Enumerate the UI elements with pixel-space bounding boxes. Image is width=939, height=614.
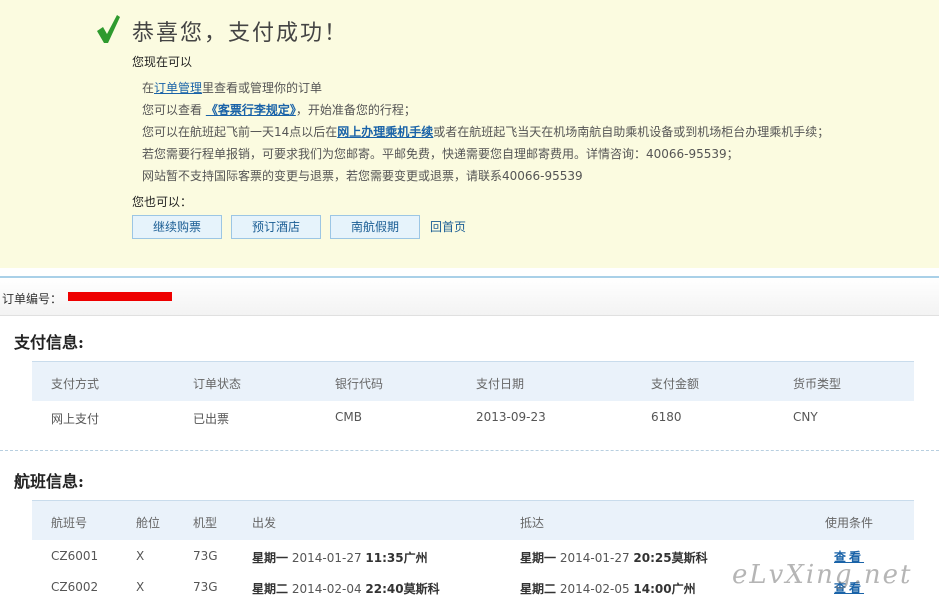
info-text: 在 [142, 81, 155, 95]
info-text: 或者在航班起飞当天在机场南航自助乘机设备或到机场柜台办理乘机手续； [433, 125, 830, 139]
order-number-bar: 订单编号： [0, 276, 939, 316]
flight-arrival: 星期二 2014-02-05 14:00广州 [520, 580, 696, 597]
flight-header-arrival: 抵达 [520, 516, 545, 530]
order-manage-link[interactable]: 订单管理 [154, 81, 202, 95]
flight-header-departure: 出发 [252, 516, 277, 530]
payment-date: 2013-09-23 [476, 410, 546, 424]
payment-header-status: 订单状态 [193, 377, 242, 391]
flight-model: 73G [193, 580, 218, 594]
flight-model: 73G [193, 549, 218, 563]
flight-cabin: X [136, 580, 145, 594]
flight-arrival: 星期一 2014-01-27 20:25莫斯科 [520, 549, 708, 566]
can-do-heading: 您现在可以 [132, 55, 193, 69]
payment-bank: CMB [335, 410, 362, 424]
flight-departure: 星期二 2014-02-04 22:40莫斯科 [252, 580, 440, 597]
payment-status: 已出票 [193, 412, 230, 426]
arr-day: 星期一 [520, 551, 557, 565]
arr-time-city: 20:25莫斯科 [633, 551, 708, 565]
payment-table-header: 支付方式 订单状态 银行代码 支付日期 支付金额 货币类型 [32, 361, 914, 401]
arr-time-city: 14:00广州 [633, 582, 696, 596]
checkmark-icon [97, 15, 120, 43]
order-number-label: 订单编号： [2, 292, 63, 306]
payment-method: 网上支付 [51, 412, 100, 426]
payment-section-title: 支付信息: [14, 333, 84, 352]
arr-day: 星期二 [520, 582, 557, 596]
info-text: 您可以查看 [142, 103, 206, 117]
info-text: 里查看或管理你的订单 [202, 81, 323, 95]
dep-day: 星期一 [252, 551, 289, 565]
flight-number: CZ6001 [51, 549, 99, 563]
payment-header-amount: 支付金额 [651, 377, 700, 391]
info-line-itinerary: 若您需要行程单报销，可要求我们为您邮寄。平邮免费，快递需要您自理邮寄费用。详情咨… [142, 147, 739, 161]
success-title: 恭喜您，支付成功！ [132, 21, 349, 46]
info-line-baggage-rules: 您可以查看 《客票行李规定》，开始准备您的行程； [142, 101, 416, 118]
section-divider [0, 450, 939, 451]
info-line-international: 网站暂不支持国际客票的变更与退票，若您需要变更或退票，请联系40066-9553… [142, 169, 583, 183]
info-line-online-checkin: 您可以在航班起飞前一天14点以后在网上办理乘机手续或者在航班起飞当天在机场南航自… [142, 123, 829, 140]
flight-header-conditions: 使用条件 [825, 516, 874, 530]
payment-header-bank: 银行代码 [335, 377, 384, 391]
flight-header-model: 机型 [193, 516, 218, 530]
watermark: eLvXing.net [732, 560, 913, 590]
info-text: 您可以在航班起飞前一天14点以后在 [142, 125, 338, 139]
book-hotel-button[interactable]: 预订酒店 [231, 215, 321, 239]
info-text: ，开始准备您的行程； [295, 103, 416, 117]
payment-header-method: 支付方式 [51, 377, 100, 391]
online-checkin-link[interactable]: 网上办理乘机手续 [337, 125, 433, 139]
flight-section-title: 航班信息: [14, 472, 84, 491]
baggage-rules-link[interactable]: 《客票行李规定》 [206, 103, 296, 117]
order-number-redaction [68, 292, 172, 301]
holiday-button[interactable]: 南航假期 [330, 215, 420, 239]
success-panel: 恭喜您，支付成功！ 您现在可以 在订单管理里查看或管理你的订单 您可以查看 《客… [0, 0, 939, 268]
also-heading: 您也可以： [132, 195, 193, 209]
dep-date: 2014-02-04 [291, 582, 362, 596]
flight-number: CZ6002 [51, 580, 99, 594]
payment-header-date: 支付日期 [476, 377, 525, 391]
flight-departure: 星期一 2014-01-27 11:35广州 [252, 549, 428, 566]
info-line-order-manage: 在订单管理里查看或管理你的订单 [142, 79, 322, 96]
dep-date: 2014-01-27 [291, 551, 362, 565]
home-link[interactable]: 回首页 [430, 218, 466, 235]
dep-day: 星期二 [252, 582, 289, 596]
payment-amount: 6180 [651, 410, 682, 424]
flight-table-header: 航班号 舱位 机型 出发 抵达 使用条件 [32, 500, 914, 540]
dep-time-city: 22:40莫斯科 [365, 582, 440, 596]
payment-currency: CNY [793, 410, 818, 424]
continue-booking-button[interactable]: 继续购票 [132, 215, 222, 239]
arr-date: 2014-02-05 [559, 582, 630, 596]
dep-time-city: 11:35广州 [365, 551, 428, 565]
payment-header-currency: 货币类型 [793, 377, 842, 391]
flight-header-cabin: 舱位 [136, 516, 161, 530]
flight-header-number: 航班号 [51, 516, 88, 530]
flight-cabin: X [136, 549, 145, 563]
arr-date: 2014-01-27 [559, 551, 630, 565]
